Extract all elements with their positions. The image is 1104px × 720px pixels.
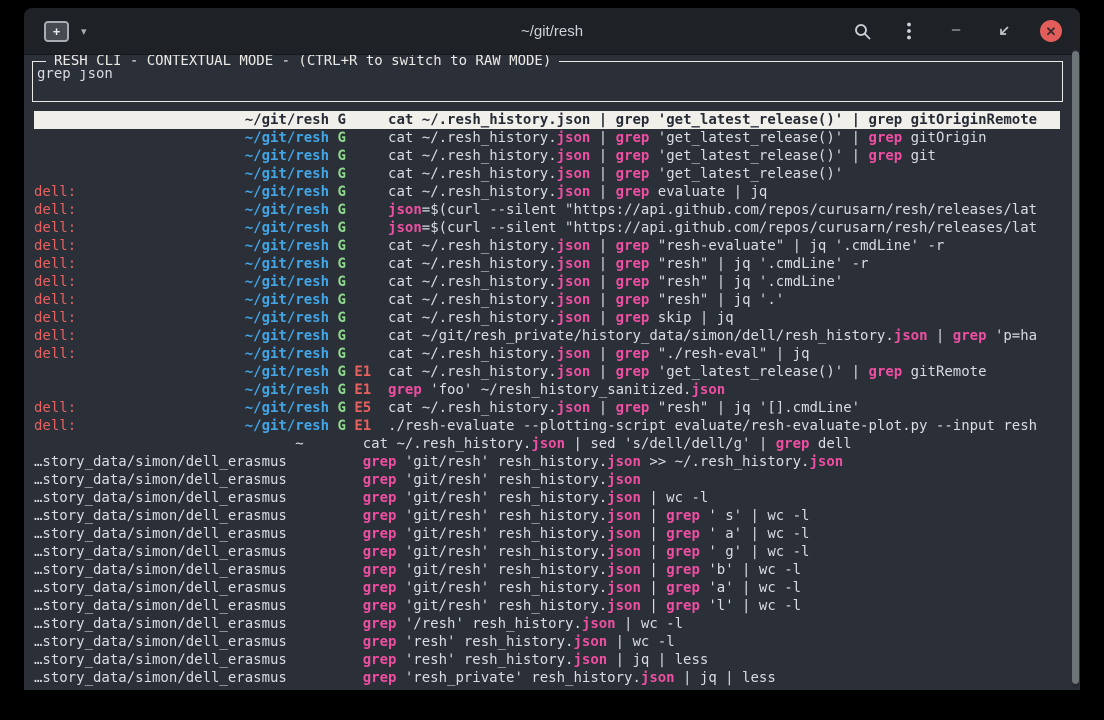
history-row[interactable]: …story_data/simon/dell_erasmus grep 'git… (34, 525, 1060, 543)
history-row[interactable]: …story_data/simon/dell_erasmus grep 'res… (34, 669, 1060, 687)
history-row[interactable]: dell: ~/git/resh G cat ~/.resh_history.j… (34, 291, 1060, 309)
history-row[interactable]: ~/git/resh G cat ~/.resh_history.json | … (34, 111, 1060, 129)
history-row[interactable]: …story_data/simon/dell_erasmus grep 'res… (34, 633, 1060, 651)
history-row[interactable]: …story_data/simon/dell_erasmus grep 'res… (34, 651, 1060, 669)
history-row[interactable]: dell: ~/git/resh G cat ~/.resh_history.j… (34, 345, 1060, 363)
history-row[interactable]: …story_data/simon/dell_erasmus grep 'git… (34, 507, 1060, 525)
close-button[interactable]: ✕ (1040, 20, 1062, 42)
history-row[interactable]: …story_data/simon/dell_erasmus grep 'git… (34, 579, 1060, 597)
scrollbar-thumb[interactable] (1072, 51, 1079, 684)
history-row[interactable]: ~ cat ~/.resh_history.json | sed 's/dell… (34, 435, 1060, 453)
history-row[interactable]: dell: ~/git/resh G cat ~/.resh_history.j… (34, 273, 1060, 291)
search-icon[interactable] (852, 21, 872, 41)
history-row[interactable]: ~/git/resh G cat ~/.resh_history.json | … (34, 165, 1060, 183)
history-row[interactable]: …story_data/simon/dell_erasmus grep 'git… (34, 597, 1060, 615)
history-row[interactable]: ~/git/resh G E1 grep 'foo' ~/resh_histor… (34, 381, 1060, 399)
minimize-button[interactable]: – (946, 21, 966, 41)
history-row[interactable]: dell: ~/git/resh G json=$(curl --silent … (34, 201, 1060, 219)
history-row[interactable]: dell: ~/git/resh G json=$(curl --silent … (34, 219, 1060, 237)
history-row[interactable]: …story_data/simon/dell_erasmus grep 'git… (34, 453, 1060, 471)
history-row[interactable]: dell: ~/git/resh G cat ~/.resh_history.j… (34, 237, 1060, 255)
menu-kebab-icon[interactable] (899, 21, 919, 41)
resh-mode-label: RESH CLI - CONTEXTUAL MODE - (CTRL+R to … (46, 55, 559, 70)
history-row[interactable]: …story_data/simon/dell_erasmus grep 'git… (34, 543, 1060, 561)
history-row[interactable]: …story_data/simon/dell_erasmus grep 'git… (34, 561, 1060, 579)
history-row[interactable]: ~/git/resh G cat ~/.resh_history.json | … (34, 129, 1060, 147)
restore-button[interactable] (993, 21, 1013, 41)
history-row[interactable]: dell: ~/git/resh G cat ~/git/resh_privat… (34, 327, 1060, 345)
history-row[interactable]: …story_data/simon/dell_erasmus grep 'git… (34, 489, 1060, 507)
terminal-window: + ▾ ~/git/resh – (24, 8, 1080, 690)
history-row[interactable]: ~/git/resh G E1 cat ~/.resh_history.json… (34, 363, 1060, 381)
history-row[interactable]: …story_data/simon/dell_erasmus grep '/re… (34, 615, 1060, 633)
scrollbar[interactable] (1072, 49, 1079, 688)
history-row[interactable]: dell: ~/git/resh G cat ~/.resh_history.j… (34, 183, 1060, 201)
chevron-down-icon[interactable]: ▾ (81, 25, 87, 38)
history-row[interactable]: dell: ~/git/resh G E1 ./resh-evaluate --… (34, 417, 1060, 435)
history-row[interactable]: dell: ~/git/resh G cat ~/.resh_history.j… (34, 309, 1060, 327)
history-row[interactable]: dell: ~/git/resh G E5 cat ~/.resh_histor… (34, 399, 1060, 417)
resh-header-box: RESH CLI - CONTEXTUAL MODE - (CTRL+R to … (32, 61, 1063, 102)
history-list: ~/git/resh G cat ~/.resh_history.json | … (34, 111, 1060, 687)
new-tab-button[interactable]: + (44, 21, 69, 42)
history-row[interactable]: ~/git/resh G cat ~/.resh_history.json | … (34, 147, 1060, 165)
terminal-content[interactable]: RESH CLI - CONTEXTUAL MODE - (CTRL+R to … (24, 55, 1080, 690)
titlebar: + ▾ ~/git/resh – (24, 8, 1080, 55)
history-row[interactable]: dell: ~/git/resh G cat ~/.resh_history.j… (34, 255, 1060, 273)
history-row[interactable]: …story_data/simon/dell_erasmus grep 'git… (34, 471, 1060, 489)
